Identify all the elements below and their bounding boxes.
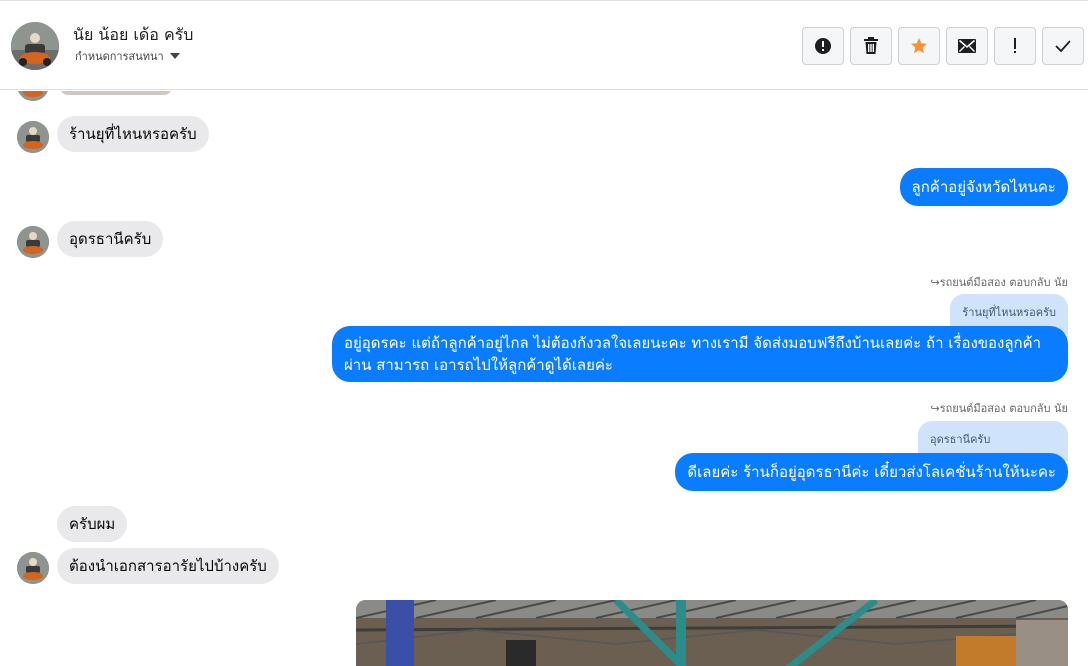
outgoing-message[interactable]: ดีเลยค่ะ ร้านก็อยู่อุดรธานีค่ะ เดี๋ยวส่ง… bbox=[675, 453, 1068, 491]
envelope-icon bbox=[958, 39, 976, 53]
reply-arrow-icon: ↪ bbox=[930, 276, 940, 289]
delete-button[interactable] bbox=[850, 27, 892, 65]
conversation-header: นัย น้อย เด้อ ครับ กำหนดการสนทนา bbox=[0, 0, 1088, 90]
avatar bbox=[17, 226, 49, 258]
incoming-message[interactable]: อุดรธานีครับ bbox=[57, 221, 164, 257]
reply-arrow-icon: ↪ bbox=[930, 402, 940, 415]
avatar bbox=[17, 121, 49, 153]
check-icon bbox=[1055, 40, 1071, 52]
mark-done-button[interactable] bbox=[1042, 27, 1084, 65]
reply-label: ↪รถยนต์มือสอง ตอบกลับ นัย bbox=[930, 273, 1068, 291]
incoming-message[interactable]: ครับผม bbox=[57, 506, 128, 542]
contact-avatar[interactable] bbox=[11, 22, 59, 70]
mark-unread-button[interactable] bbox=[946, 27, 988, 65]
reply-label-text: รถยนต์มือสอง ตอบกลับ นัย bbox=[939, 276, 1068, 289]
mark-spam-button[interactable] bbox=[802, 27, 844, 65]
image-attachment-partial[interactable] bbox=[60, 91, 172, 95]
trash-icon bbox=[864, 37, 878, 54]
follow-up-button[interactable] bbox=[994, 27, 1036, 65]
outgoing-message[interactable]: ลูกค้าอยู่จังหวัดไหนคะ bbox=[899, 168, 1068, 206]
star-button[interactable] bbox=[898, 27, 940, 65]
incoming-message[interactable]: ต้องนำเอกสารอารัยไปบ้างครับ bbox=[57, 548, 279, 584]
caret-down-icon bbox=[169, 53, 180, 59]
reply-label: ↪รถยนต์มือสอง ตอบกลับ นัย bbox=[930, 399, 1068, 417]
header-toolbar bbox=[802, 27, 1084, 65]
message-thread[interactable]: ร้านยุที่ไหนหรอครับ ลูกค้าอยู่จังหวัดไหน… bbox=[0, 91, 1088, 666]
avatar bbox=[17, 552, 49, 584]
message-line: อยู่อุดรคะ แต่ถ้าลูกค้าอยู่ไกล ไม่ต้องกั… bbox=[344, 334, 1042, 352]
star-icon bbox=[911, 38, 927, 54]
reply-label-text: รถยนต์มือสอง ตอบกลับ นัย bbox=[939, 402, 1068, 415]
image-attachment[interactable] bbox=[356, 600, 1068, 666]
avatar bbox=[17, 91, 49, 101]
message-line: ผ่าน สามารถ เอารถไปให้ลูกค้าดูได้เลยค่ะ bbox=[344, 356, 613, 374]
conversation-settings-label: กำหนดการสนทนา bbox=[75, 50, 164, 63]
contact-name: นัย น้อย เด้อ ครับ bbox=[73, 25, 194, 44]
conversation-settings-dropdown[interactable]: กำหนดการสนทนา bbox=[75, 47, 180, 65]
outgoing-message[interactable]: อยู่อุดรคะ แต่ถ้าลูกค้าอยู่ไกล ไม่ต้องกั… bbox=[332, 326, 1068, 382]
exclamation-icon bbox=[1014, 38, 1016, 53]
alert-circle-icon bbox=[815, 38, 831, 54]
incoming-message[interactable]: ร้านยุที่ไหนหรอครับ bbox=[57, 116, 209, 152]
